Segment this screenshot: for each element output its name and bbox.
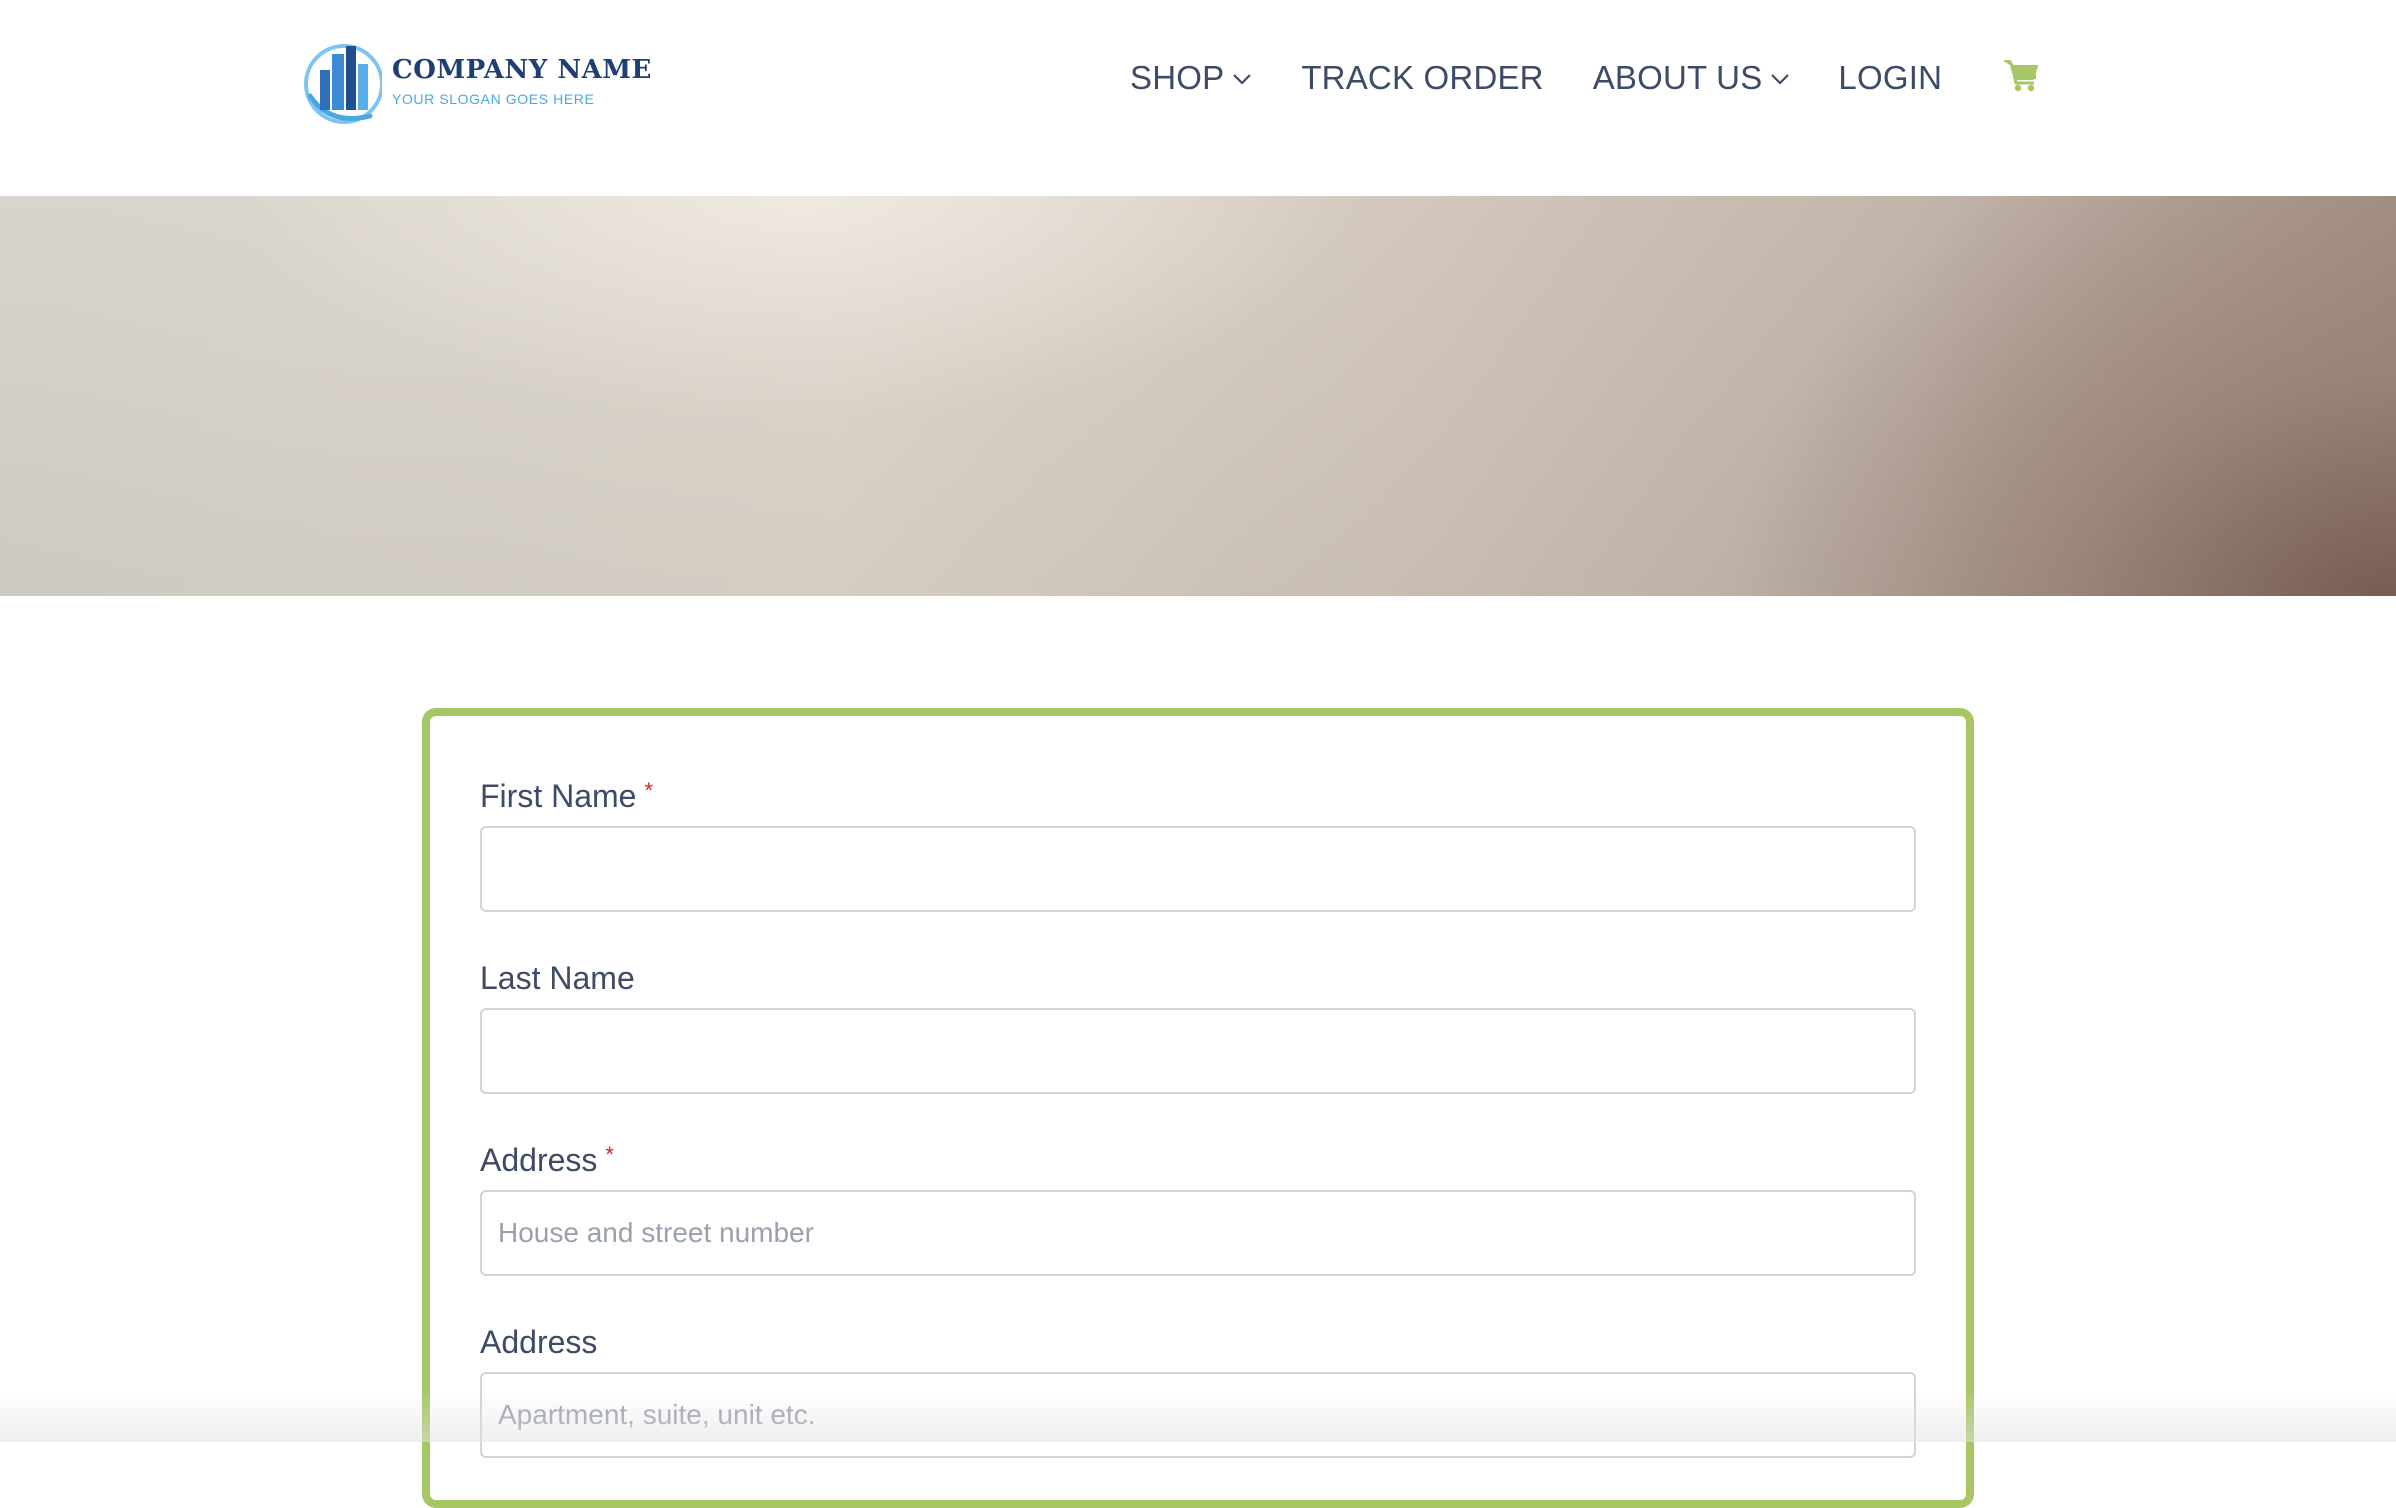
shopping-cart-icon[interactable]: [2003, 58, 2039, 92]
company-slogan: YOUR SLOGAN GOES HERE: [392, 91, 595, 107]
company-logo[interactable]: COMPANY NAME YOUR SLOGAN GOES HERE: [300, 36, 651, 128]
address-line2-label-text: Address: [480, 1324, 598, 1360]
nav-about-us-label: ABOUT US: [1592, 59, 1763, 96]
last-name-label: Last Name: [480, 962, 1916, 994]
nav-about-us[interactable]: ABOUT US: [1593, 59, 1791, 97]
first-name-input[interactable]: [480, 826, 1916, 912]
main-nav: SHOP TRACK ORDER ABOUT US LOGIN: [1130, 56, 1942, 100]
building-icon: [304, 44, 382, 124]
address-line1-field: Address *: [480, 1144, 1916, 1276]
first-name-field: First Name *: [480, 780, 1916, 912]
chevron-down-icon: [1771, 74, 1790, 85]
last-name-input[interactable]: [480, 1008, 1916, 1094]
nav-shop-label: SHOP: [1130, 59, 1225, 96]
first-name-label: First Name *: [480, 778, 1916, 814]
nav-shop[interactable]: SHOP: [1130, 59, 1252, 97]
required-marker: *: [644, 778, 654, 803]
chevron-down-icon: [1233, 74, 1252, 85]
hero-banner: [0, 196, 2396, 596]
checkout-form: First Name * Last Name Address * Address: [422, 708, 1974, 1508]
address-line1-label: Address *: [480, 1142, 1916, 1178]
address-line2-label: Address: [480, 1326, 1916, 1358]
nav-login[interactable]: LOGIN: [1838, 59, 1942, 97]
address-line1-input[interactable]: [480, 1190, 1916, 1276]
address-line1-label-text: Address: [480, 1142, 598, 1178]
required-marker: *: [605, 1142, 614, 1167]
first-name-label-text: First Name: [480, 778, 637, 814]
site-header: COMPANY NAME YOUR SLOGAN GOES HERE SHOP …: [0, 0, 2396, 196]
last-name-label-text: Last Name: [480, 960, 635, 996]
address-line2-field: Address: [480, 1326, 1916, 1458]
last-name-field: Last Name: [480, 962, 1916, 1094]
nav-track-order-label: TRACK ORDER: [1301, 59, 1544, 96]
company-name: COMPANY NAME: [392, 55, 652, 85]
nav-track-order[interactable]: TRACK ORDER: [1301, 59, 1543, 97]
nav-login-label: LOGIN: [1838, 59, 1943, 96]
address-line2-input[interactable]: [480, 1372, 1916, 1458]
